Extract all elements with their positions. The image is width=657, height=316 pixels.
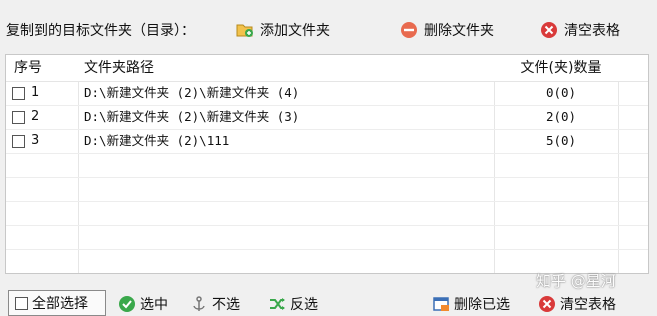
folder-add-icon (236, 21, 254, 39)
bottom-clear-table-button[interactable]: 清空表格 (538, 292, 616, 316)
row-path: D:\新建文件夹 (2)\新建文件夹 (3) (84, 109, 300, 124)
table-row[interactable]: 2 D:\新建文件夹 (2)\新建文件夹 (3) 2(0) (6, 105, 648, 130)
select-all-label: 全部选择 (32, 296, 88, 312)
table-header: 序号 文件夹路径 文件(夹)数量 (6, 55, 648, 82)
row-checkbox[interactable] (12, 134, 25, 148)
delete-folder-button[interactable]: 删除文件夹 (400, 18, 494, 42)
close-circle-icon (540, 21, 558, 39)
target-folder-label: 复制到的目标文件夹（目录）： (6, 23, 195, 39)
clear-table-label: 清空表格 (564, 23, 620, 39)
row-count: 5(0) (545, 133, 577, 148)
row-checkbox[interactable] (12, 86, 25, 100)
clear-table-button[interactable]: 清空表格 (540, 18, 620, 42)
row-seq: 3 (31, 133, 40, 148)
select-all-button[interactable]: 全部选择 (8, 290, 106, 316)
table-row[interactable]: 1 D:\新建文件夹 (2)\新建文件夹 (4) 0(0) (6, 81, 648, 106)
folder-table[interactable]: 序号 文件夹路径 文件(夹)数量 1 D:\新建文件夹 (2)\新建文件夹 (4… (5, 54, 649, 274)
select-button[interactable]: 选中 (118, 292, 168, 316)
row-path: D:\新建文件夹 (2)\新建文件夹 (4) (84, 85, 300, 100)
row-seq: 2 (31, 109, 40, 124)
check-circle-icon (118, 295, 136, 313)
row-seq: 1 (31, 85, 40, 100)
delete-selected-label: 删除已选 (454, 297, 510, 313)
header-count[interactable]: 文件(夹)数量 (506, 55, 616, 81)
empty-row (6, 201, 648, 226)
delete-selected-button[interactable]: 删除已选 (432, 292, 510, 316)
select-all-checkbox[interactable] (15, 296, 28, 310)
row-count: 0(0) (545, 85, 577, 100)
empty-row (6, 153, 648, 178)
empty-row (6, 177, 648, 202)
anchor-icon (190, 295, 208, 313)
invert-label: 反选 (290, 297, 318, 313)
add-folder-button[interactable]: 添加文件夹 (236, 18, 330, 42)
invert-button[interactable]: 反选 (268, 292, 318, 316)
table-row[interactable]: 3 D:\新建文件夹 (2)\111 5(0) (6, 129, 648, 154)
top-toolbar: 复制到的目标文件夹（目录）： 添加文件夹 删除文件夹 清空表格 (0, 0, 657, 54)
bottom-clear-table-label: 清空表格 (560, 297, 616, 313)
delete-folder-label: 删除文件夹 (424, 23, 494, 39)
unselect-button[interactable]: 不选 (190, 292, 240, 316)
header-seq[interactable]: 序号 (14, 55, 76, 81)
minus-circle-icon (400, 21, 418, 39)
row-path: D:\新建文件夹 (2)\111 (84, 133, 230, 148)
empty-row (6, 225, 648, 250)
row-checkbox[interactable] (12, 110, 25, 124)
unselect-label: 不选 (212, 297, 240, 313)
add-folder-label: 添加文件夹 (260, 23, 330, 39)
window-delete-icon (432, 295, 450, 313)
bottom-toolbar: 全部选择 选中 不选 反选 删除已选 清空表格 (0, 284, 657, 316)
header-path[interactable]: 文件夹路径 (84, 55, 492, 81)
row-count: 2(0) (545, 109, 577, 124)
select-label: 选中 (140, 297, 168, 313)
close-circle-icon (538, 295, 556, 313)
shuffle-icon (268, 295, 286, 313)
